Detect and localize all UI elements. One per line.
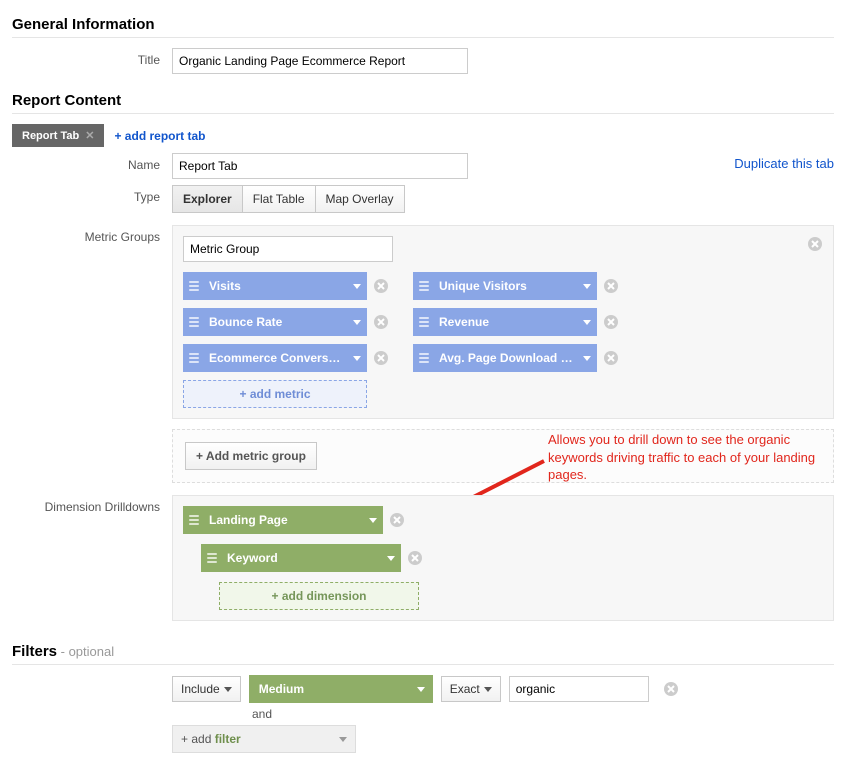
- drag-handle-icon[interactable]: [183, 515, 205, 525]
- add-dimension-button[interactable]: + add dimension: [219, 582, 419, 610]
- metric-group-panel: Visits Unique Visitors Bounce Rate Reven…: [172, 225, 834, 419]
- report-tab-active[interactable]: Report Tab ✕: [12, 124, 104, 147]
- chevron-down-icon: [484, 687, 492, 692]
- chevron-down-icon: [369, 518, 377, 523]
- duplicate-tab-link[interactable]: Duplicate this tab: [734, 156, 834, 171]
- type-flat-table-button[interactable]: Flat Table: [242, 185, 316, 213]
- remove-dimension-icon[interactable]: [389, 512, 405, 528]
- chevron-down-icon: [583, 320, 591, 325]
- report-tab-label: Report Tab: [22, 130, 79, 142]
- chevron-down-icon: [583, 284, 591, 289]
- remove-metric-icon[interactable]: [373, 278, 389, 294]
- chevron-down-icon: [353, 356, 361, 361]
- drag-handle-icon[interactable]: [413, 281, 435, 291]
- type-map-overlay-button[interactable]: Map Overlay: [315, 185, 405, 213]
- remove-metric-icon[interactable]: [603, 314, 619, 330]
- filter-dimension-select[interactable]: Medium: [249, 675, 433, 703]
- name-label: Name: [12, 153, 172, 172]
- metric-pill-avg-page-download[interactable]: Avg. Page Download Ti…: [413, 344, 597, 372]
- metric-pill-ecommerce-conversion[interactable]: Ecommerce Conversion …: [183, 344, 367, 372]
- filter-value-input[interactable]: [509, 676, 649, 702]
- filters-spacer: [12, 675, 172, 680]
- type-label: Type: [12, 185, 172, 204]
- filters-heading: Filters - optional: [12, 639, 834, 665]
- chevron-down-icon: [224, 687, 232, 692]
- report-content-heading: Report Content: [12, 88, 834, 114]
- metric-groups-label: Metric Groups: [12, 225, 172, 244]
- add-report-tab-link[interactable]: + add report tab: [114, 129, 205, 143]
- filter-include-select[interactable]: Include: [172, 676, 241, 702]
- dimension-panel: Landing Page Keyword + add dimension: [172, 495, 834, 621]
- chevron-down-icon: [387, 556, 395, 561]
- dimension-pill-landing-page[interactable]: Landing Page: [183, 506, 383, 534]
- drag-handle-icon[interactable]: [413, 317, 435, 327]
- metric-pill-bounce-rate[interactable]: Bounce Rate: [183, 308, 367, 336]
- chevron-down-icon: [583, 356, 591, 361]
- remove-metric-icon[interactable]: [373, 350, 389, 366]
- dimension-drilldowns-label: Dimension Drilldowns: [12, 495, 172, 514]
- title-label: Title: [12, 48, 172, 67]
- chevron-down-icon: [339, 737, 347, 742]
- title-input[interactable]: [172, 48, 468, 74]
- drag-handle-icon[interactable]: [183, 281, 205, 291]
- metric-group-name-input[interactable]: [183, 236, 393, 262]
- remove-metric-group-icon[interactable]: [807, 236, 823, 252]
- type-explorer-button[interactable]: Explorer: [172, 185, 243, 213]
- add-filter-select[interactable]: + add filter: [172, 725, 356, 753]
- metric-pill-visits[interactable]: Visits: [183, 272, 367, 300]
- filter-row: Include Medium Exact: [172, 675, 834, 703]
- remove-filter-icon[interactable]: [663, 681, 679, 697]
- add-metric-group-button[interactable]: + Add metric group: [185, 442, 317, 470]
- drag-handle-icon[interactable]: [183, 317, 205, 327]
- dimension-pill-keyword[interactable]: Keyword: [201, 544, 401, 572]
- remove-metric-icon[interactable]: [603, 278, 619, 294]
- drag-handle-icon[interactable]: [413, 353, 435, 363]
- metric-pill-revenue[interactable]: Revenue: [413, 308, 597, 336]
- add-metric-button[interactable]: + add metric: [183, 380, 367, 408]
- chevron-down-icon: [353, 284, 361, 289]
- name-input[interactable]: [172, 153, 468, 179]
- drag-handle-icon[interactable]: [183, 353, 205, 363]
- drag-handle-icon[interactable]: [201, 553, 223, 563]
- metric-pill-unique-visitors[interactable]: Unique Visitors: [413, 272, 597, 300]
- chevron-down-icon: [353, 320, 361, 325]
- annotation-text: Allows you to drill down to see the orga…: [548, 431, 822, 484]
- remove-dimension-icon[interactable]: [407, 550, 423, 566]
- remove-metric-icon[interactable]: [603, 350, 619, 366]
- filter-match-select[interactable]: Exact: [441, 676, 501, 702]
- remove-metric-icon[interactable]: [373, 314, 389, 330]
- filter-and-label: and: [252, 707, 834, 721]
- type-button-group: Explorer Flat Table Map Overlay: [172, 185, 834, 213]
- close-tab-icon[interactable]: ✕: [85, 129, 94, 142]
- chevron-down-icon: [417, 687, 425, 692]
- general-info-heading: General Information: [12, 12, 834, 38]
